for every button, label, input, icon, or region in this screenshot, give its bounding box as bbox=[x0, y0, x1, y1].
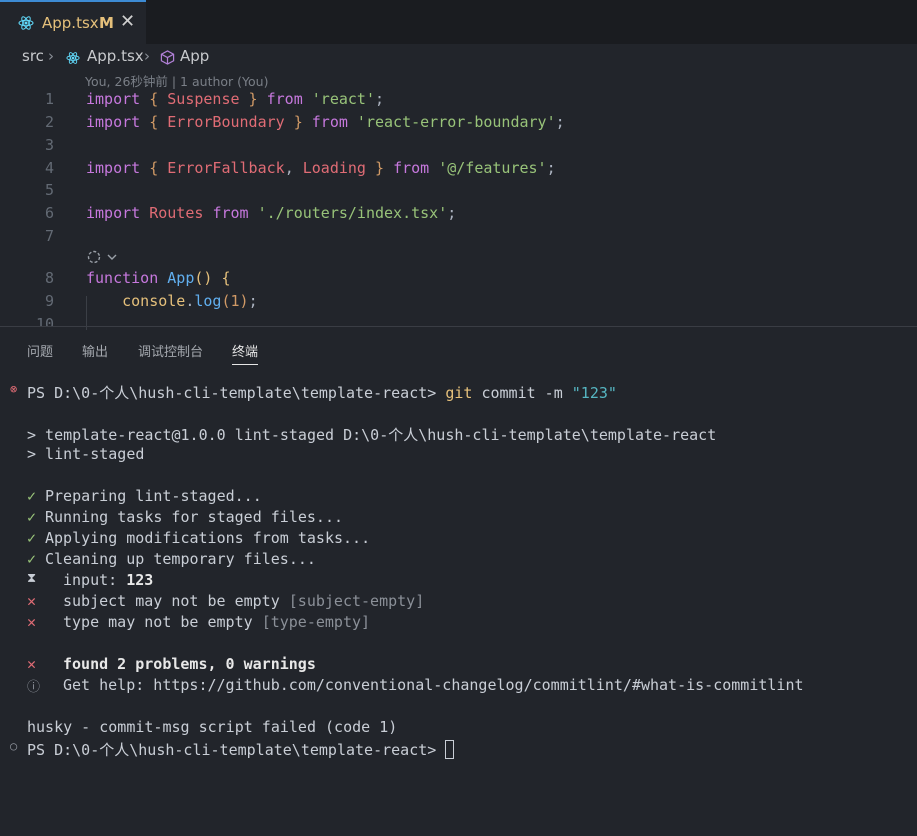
terminal-cursor bbox=[445, 740, 455, 759]
line-number: 5 bbox=[44, 181, 54, 199]
code-line-6: import Routes from './routers/index.tsx'… bbox=[86, 204, 457, 222]
code-line-4: import { ErrorFallback, Loading } from '… bbox=[86, 159, 556, 177]
breadcrumb: src › App.tsx › App bbox=[0, 44, 917, 70]
tab-output[interactable]: 输出 bbox=[82, 341, 108, 360]
code-line-1: import { Suspense } from 'react'; bbox=[86, 90, 385, 108]
breadcrumb-symbol[interactable]: App bbox=[180, 47, 209, 65]
code-editor[interactable]: 1 2 3 4 5 6 7 8 9 10 import { Suspense }… bbox=[0, 86, 917, 326]
terminal-line: Preparing lint-staged... bbox=[45, 487, 262, 505]
terminal-line: subject may not be empty [subject-empty] bbox=[63, 592, 425, 610]
indent-guide bbox=[86, 296, 87, 330]
breadcrumb-src[interactable]: src bbox=[22, 47, 44, 65]
chevron-right-icon: › bbox=[144, 47, 150, 65]
tab-app-tsx[interactable]: App.tsx M ✕ bbox=[0, 0, 146, 44]
codelens[interactable] bbox=[86, 249, 126, 269]
code-line-8: function App() { bbox=[86, 269, 231, 287]
check-icon: ✓ bbox=[27, 487, 37, 505]
line-number: 6 bbox=[44, 204, 54, 222]
line-number: 4 bbox=[44, 159, 54, 177]
tab-debug-console[interactable]: 调试控制台 bbox=[138, 341, 203, 360]
tab-terminal[interactable]: 终端 bbox=[232, 341, 259, 365]
line-number: 9 bbox=[44, 292, 54, 310]
terminal-line: found 2 problems, 0 warnings bbox=[63, 655, 316, 673]
cube-icon bbox=[160, 50, 175, 69]
line-number: 1 bbox=[44, 90, 54, 108]
terminal-line: > lint-staged bbox=[27, 445, 145, 463]
circle-icon: ○ bbox=[10, 739, 18, 753]
terminal-line: > template-react@1.0.0 lint-staged D:\0-… bbox=[27, 426, 717, 444]
terminal-help-link[interactable]: Get help: https://github.com/conventiona… bbox=[63, 676, 804, 694]
ai-sparkle-icon bbox=[87, 250, 117, 264]
terminal-line: Cleaning up temporary files... bbox=[45, 550, 316, 568]
terminal-line: Running tasks for staged files... bbox=[45, 508, 344, 526]
line-number: 2 bbox=[44, 113, 54, 131]
breadcrumb-file[interactable]: App.tsx bbox=[87, 47, 144, 65]
check-icon: ✓ bbox=[27, 529, 37, 547]
check-icon: ✓ bbox=[27, 508, 37, 526]
info-icon: ⓘ bbox=[27, 680, 41, 695]
chevron-right-icon: › bbox=[48, 47, 54, 65]
terminal-line: husky - commit-msg script failed (code 1… bbox=[27, 718, 398, 736]
line-number: 3 bbox=[44, 136, 54, 154]
tab-file-name: App.tsx bbox=[42, 14, 99, 32]
terminal-line: type may not be empty [type-empty] bbox=[63, 613, 371, 631]
hourglass-icon: ⧗ bbox=[27, 571, 37, 586]
error-circle-icon: ⊗ bbox=[10, 382, 18, 396]
panel-tabs: 问题 输出 调试控制台 终端 bbox=[0, 327, 917, 371]
code-line-9: console.log(1); bbox=[122, 292, 258, 310]
modified-badge: M bbox=[99, 14, 114, 32]
terminal-line: Applying modifications from tasks... bbox=[45, 529, 371, 547]
close-icon[interactable]: ✕ bbox=[120, 11, 135, 32]
check-icon: ✓ bbox=[27, 550, 37, 568]
tab-problems[interactable]: 问题 bbox=[27, 341, 53, 360]
terminal-prompt: PS D:\0-个人\hush-cli-template\template-re… bbox=[27, 739, 455, 760]
terminal-line: input: 123 bbox=[63, 571, 154, 589]
cross-icon: ✕ bbox=[27, 655, 37, 673]
line-number: 7 bbox=[44, 227, 54, 245]
react-icon bbox=[18, 15, 34, 35]
react-icon bbox=[66, 51, 80, 69]
line-number: 8 bbox=[44, 269, 54, 287]
code-line-2: import { ErrorBoundary } from 'react-err… bbox=[86, 113, 565, 131]
terminal-command-line: PS D:\0-个人\hush-cli-template\template-re… bbox=[27, 384, 617, 402]
cross-icon: ✕ bbox=[27, 613, 37, 631]
editor-tab-bar: App.tsx M ✕ bbox=[0, 0, 917, 44]
line-number: 10 bbox=[35, 315, 54, 326]
cross-icon: ✕ bbox=[27, 592, 37, 610]
